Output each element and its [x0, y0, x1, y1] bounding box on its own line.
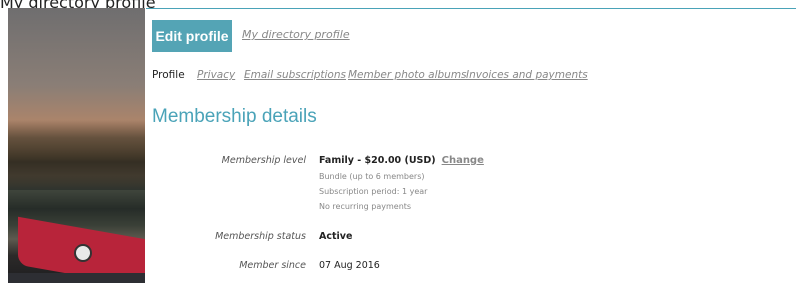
member-since-label: Member since	[239, 260, 306, 271]
tab-invoices-and-payments[interactable]: Invoices and payments	[466, 69, 588, 81]
membership-details-heading: Membership details	[152, 106, 317, 127]
water	[8, 273, 145, 283]
membership-status-value: Active	[319, 231, 353, 242]
membership-status-label: Membership status	[215, 231, 306, 242]
my-directory-profile-link[interactable]: My directory profile	[242, 28, 350, 41]
profile-cover-image	[8, 8, 145, 283]
member-since-value: 07 Aug 2016	[319, 260, 380, 271]
membership-level-text: Family - $20.00 (USD)	[319, 155, 436, 166]
header-divider	[146, 8, 796, 9]
membership-level-value: Family - $20.00 (USD) Change	[319, 155, 484, 166]
tree-line	[8, 120, 145, 190]
recurring-payments-note: No recurring payments	[319, 202, 412, 211]
edit-profile-button[interactable]: Edit profile	[152, 20, 232, 52]
change-membership-link[interactable]: Change	[442, 155, 484, 166]
membership-level-label: Membership level	[221, 155, 306, 166]
tab-privacy[interactable]: Privacy	[197, 69, 235, 81]
yin-yang-icon	[74, 244, 92, 262]
subscription-period-note: Subscription period: 1 year	[319, 187, 428, 196]
tab-member-photo-albums[interactable]: Member photo albums	[348, 69, 467, 81]
membership-bundle-note: Bundle (up to 6 members)	[319, 172, 425, 181]
tab-profile[interactable]: Profile	[152, 69, 185, 81]
tab-email-subscriptions[interactable]: Email subscriptions	[244, 69, 346, 81]
